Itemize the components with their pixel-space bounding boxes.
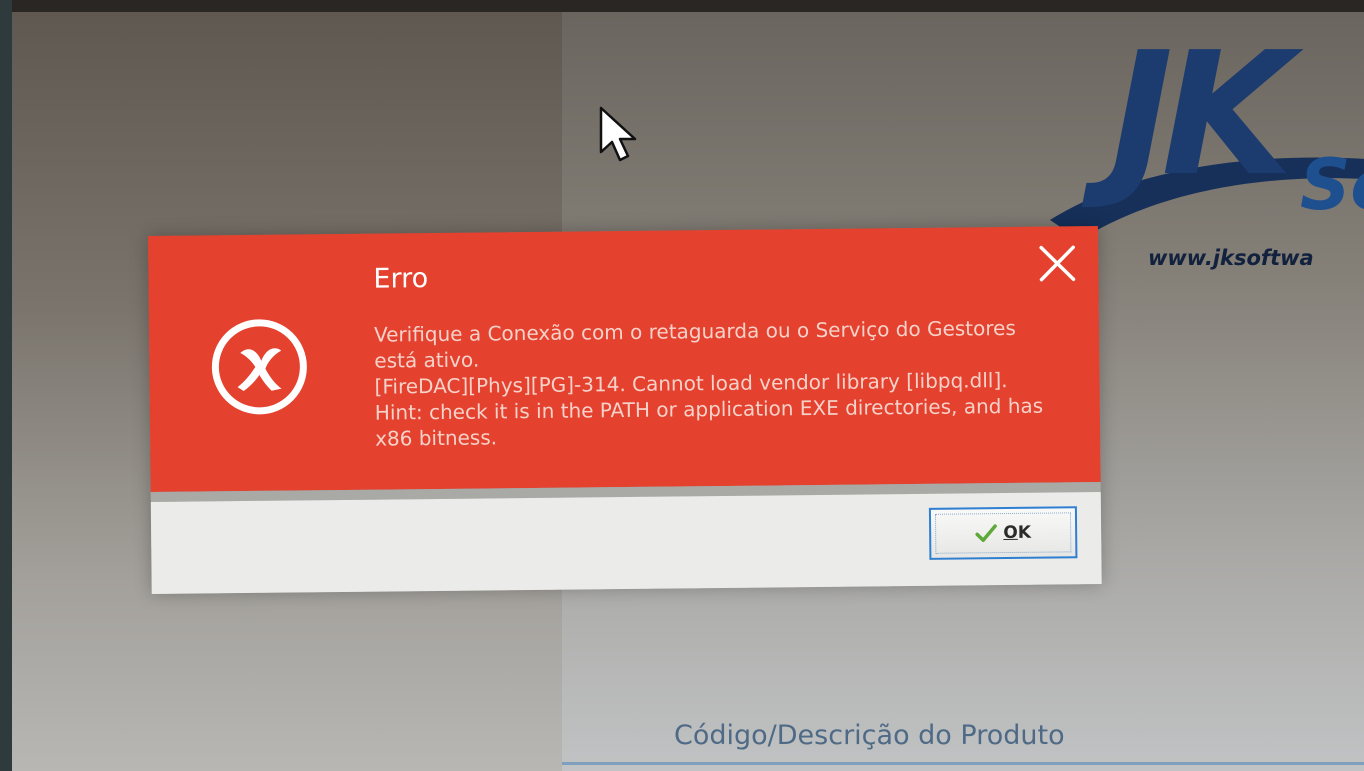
message-line-connection: Verifique a Conexão com o retaguarda ou … <box>373 315 1016 373</box>
ok-button-mnemonic: O <box>1003 522 1018 544</box>
dialog-title: Erro <box>373 263 429 295</box>
error-dialog: Erro Verifique a Conexão com o retaguard… <box>148 226 1102 594</box>
error-message: Verifique a Conexão com o retaguarda ou … <box>374 315 1055 452</box>
message-line-firedac: [FireDAC][Phys][PG]-314. Cannot load ven… <box>374 368 1044 451</box>
monitor-bezel-top <box>0 0 1364 12</box>
mouse-pointer-icon <box>599 106 637 162</box>
error-x-circle-icon <box>211 319 307 415</box>
desktop-screen: JK So www.jksoftwa Erro Verifique a Cone… <box>0 0 1364 771</box>
checkmark-icon <box>975 524 998 543</box>
logo-mark: JK <box>1110 16 1293 214</box>
monitor-bezel-left <box>0 0 12 771</box>
logo-url: www.jksoftwa <box>1148 246 1314 270</box>
product-field-underline <box>562 762 1364 765</box>
product-code-field-label: Código/Descrição do Produto <box>674 720 1065 751</box>
ok-button-label: OK <box>1003 523 1031 543</box>
close-x-icon[interactable] <box>1036 242 1078 284</box>
jk-software-logo: JK So <box>1050 16 1364 240</box>
ok-button-label-rest: K <box>1017 522 1032 543</box>
ok-button[interactable]: OK <box>928 506 1078 560</box>
logo-suffix: So <box>1300 144 1364 226</box>
